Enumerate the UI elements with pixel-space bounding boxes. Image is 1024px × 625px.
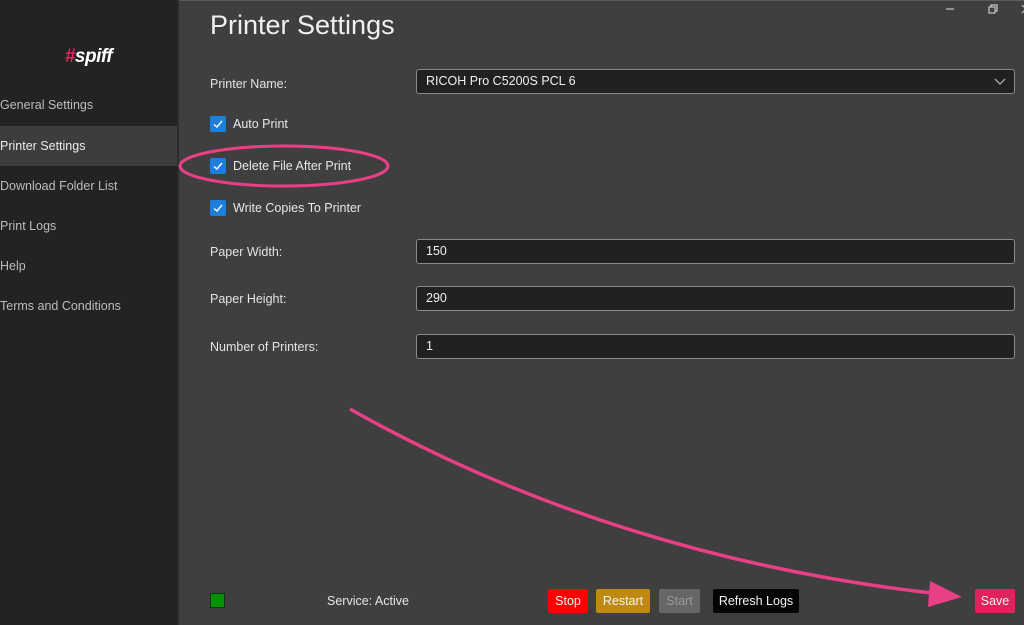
sidebar-divider — [177, 0, 179, 625]
checkbox-checked[interactable] — [210, 116, 226, 132]
annotation-arrow-line — [349, 407, 941, 596]
save-button[interactable]: Save — [975, 589, 1015, 613]
logo-text: spiff — [74, 46, 113, 67]
check-icon — [213, 204, 223, 212]
check-icon — [213, 162, 223, 170]
close-button[interactable] — [1016, 2, 1024, 20]
minimize-icon — [946, 8, 954, 10]
restart-button[interactable]: Restart — [596, 589, 650, 613]
paper-height-value: 290 — [426, 291, 447, 305]
restore-button[interactable] — [983, 2, 1003, 20]
refresh-logs-button[interactable]: Refresh Logs — [713, 589, 799, 613]
sidebar: #spiff General Settings Printer Settings… — [0, 0, 177, 625]
printer-name-label: Printer Name: — [210, 77, 288, 91]
number-of-printers-label: Number of Printers: — [210, 340, 319, 354]
printer-name-select[interactable]: RICOH Pro C5200S PCL 6 — [416, 69, 1015, 94]
sidebar-item-general-settings[interactable]: General Settings — [0, 85, 177, 125]
sidebar-item-terms-and-conditions[interactable]: Terms and Conditions — [0, 286, 177, 326]
chevron-down-icon — [994, 78, 1006, 85]
restore-icon — [988, 4, 998, 14]
sidebar-item-printer-settings[interactable]: Printer Settings — [0, 126, 177, 166]
start-button[interactable]: Start — [659, 589, 700, 613]
number-of-printers-value: 1 — [426, 339, 433, 353]
service-status-indicator — [210, 593, 225, 608]
paper-height-input[interactable]: 290 — [416, 286, 1015, 311]
service-status-text: Service: Active — [327, 594, 409, 608]
check-icon — [213, 120, 223, 128]
sidebar-item-download-folder-list[interactable]: Download Folder List — [0, 166, 177, 206]
delete-file-after-print-checkbox[interactable]: Delete File After Print — [210, 157, 351, 175]
checkbox-checked[interactable] — [210, 200, 226, 216]
app-logo: #spiff — [0, 46, 177, 68]
annotation-arrow-head — [928, 581, 962, 607]
logo-hash: # — [64, 46, 76, 67]
number-of-printers-input[interactable]: 1 — [416, 334, 1015, 359]
paper-width-value: 150 — [426, 244, 447, 258]
paper-height-label: Paper Height: — [210, 292, 287, 306]
sidebar-item-print-logs[interactable]: Print Logs — [0, 206, 177, 246]
stop-button[interactable]: Stop — [548, 589, 588, 613]
write-copies-to-printer-label: Write Copies To Printer — [233, 201, 362, 215]
sidebar-item-help[interactable]: Help — [0, 246, 177, 286]
minimize-button[interactable] — [940, 2, 960, 20]
checkbox-checked[interactable] — [210, 158, 226, 174]
paper-width-label: Paper Width: — [210, 245, 283, 259]
page-title: Printer Settings — [210, 10, 395, 40]
paper-width-input[interactable]: 150 — [416, 239, 1015, 264]
write-copies-to-printer-checkbox[interactable]: Write Copies To Printer — [210, 199, 361, 217]
delete-file-after-print-label: Delete File After Print — [233, 159, 352, 173]
auto-print-checkbox[interactable]: Auto Print — [210, 115, 288, 133]
auto-print-label: Auto Print — [233, 117, 288, 131]
printer-name-value: RICOH Pro C5200S PCL 6 — [426, 74, 576, 88]
